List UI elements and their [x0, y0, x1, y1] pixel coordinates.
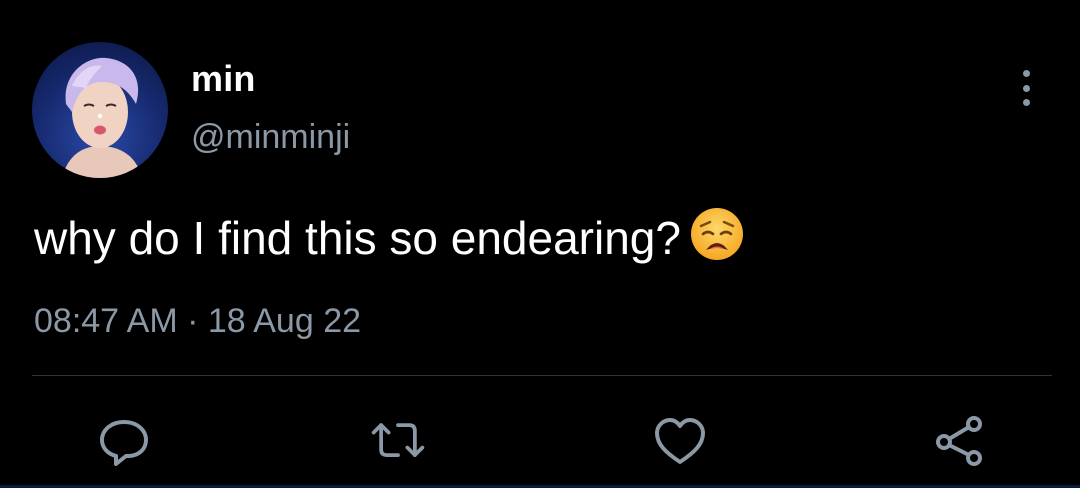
heart-icon — [655, 418, 705, 464]
share-icon — [936, 416, 982, 466]
display-name[interactable]: min — [191, 58, 256, 100]
avatar[interactable] — [32, 42, 168, 178]
more-options-button[interactable] — [1006, 66, 1046, 110]
reply-button[interactable] — [94, 414, 154, 468]
like-button[interactable] — [650, 414, 710, 468]
more-icon — [1022, 70, 1030, 77]
tweet-timestamp[interactable]: 08:47 AM · 18 Aug 22 — [34, 302, 361, 341]
tweet-text-content: why do I find this so endearing? — [34, 212, 681, 264]
retweet-button[interactable] — [368, 414, 428, 468]
divider — [32, 375, 1052, 376]
share-button[interactable] — [930, 414, 990, 468]
tweet: min @minminji why do I find this so ende… — [0, 0, 1080, 488]
weary-face-emoji-icon — [689, 206, 745, 262]
tweet-text: why do I find this so endearing? — [34, 206, 745, 266]
reply-icon — [100, 420, 148, 466]
retweet-icon — [371, 423, 425, 457]
user-handle[interactable]: @minminji — [191, 118, 350, 157]
